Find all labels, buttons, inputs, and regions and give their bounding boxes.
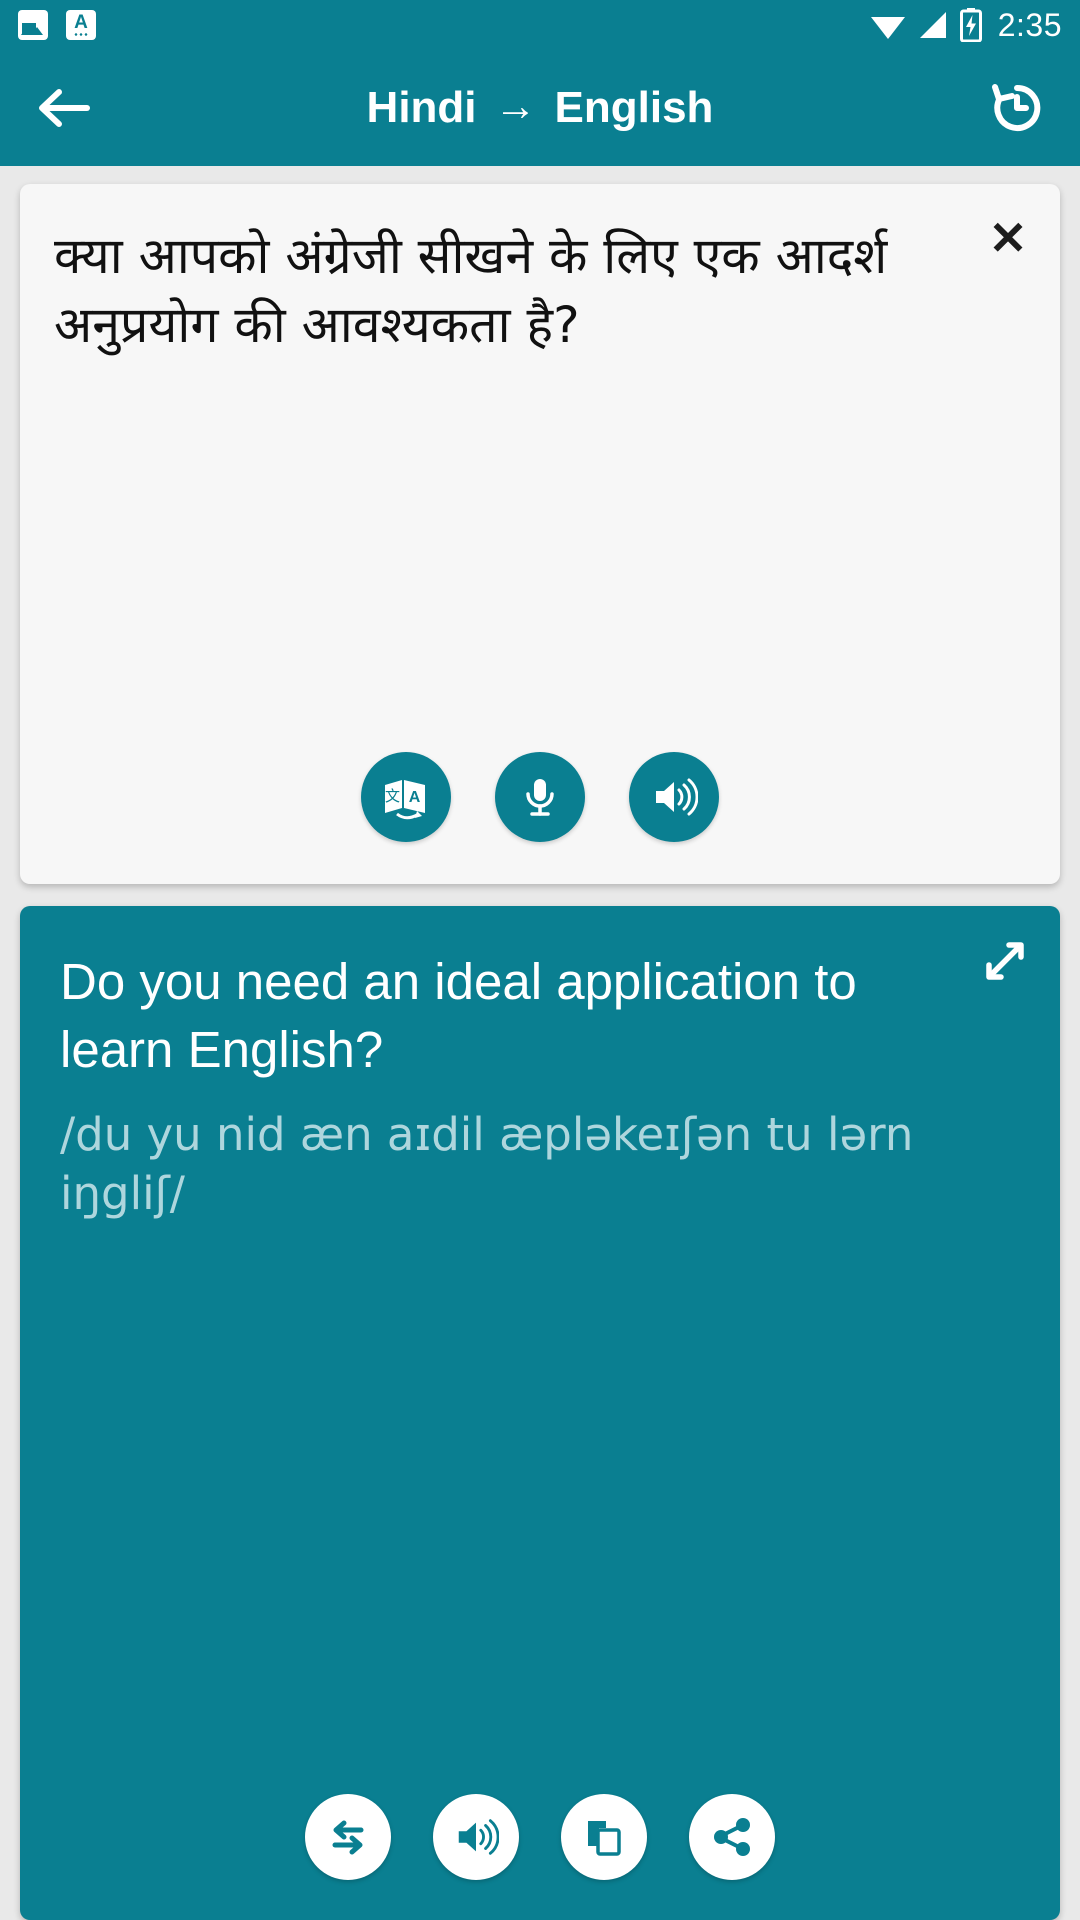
history-icon	[992, 84, 1041, 131]
swap-arrows-icon	[332, 1820, 364, 1855]
source-action-bar: 文 A	[54, 752, 1026, 884]
speak-source-button[interactable]	[629, 752, 719, 842]
status-notifications: A	[18, 10, 96, 40]
app-bar: Hindi → English	[0, 50, 1080, 166]
copy-button[interactable]	[561, 1794, 647, 1880]
source-text[interactable]: क्या आपको अंग्रेजी सीखने के लिए एक आदर्श…	[54, 222, 1026, 360]
translate-notification-icon: A	[66, 10, 96, 40]
status-time: 2:35	[997, 6, 1062, 43]
history-button[interactable]	[980, 71, 1054, 145]
svg-text:A: A	[409, 789, 421, 806]
source-text-card: ✕ क्या आपको अंग्रेजी सीखने के लिए एक आदर…	[20, 184, 1060, 884]
close-icon[interactable]: ✕	[976, 206, 1040, 270]
expand-button[interactable]	[972, 928, 1038, 994]
translate-language-button[interactable]: 文 A	[361, 752, 451, 842]
source-language-label: Hindi	[366, 83, 477, 132]
expand-fullscreen-icon	[986, 942, 1024, 980]
microphone-button[interactable]	[495, 752, 585, 842]
swap-languages-button[interactable]	[305, 1794, 391, 1880]
speaker-icon	[656, 778, 698, 816]
status-indicators: 2:35	[870, 7, 1062, 44]
phonetic-transcription: /du yu nid æn aɪdil æpləkeɪʃən tu lərn i…	[60, 1107, 914, 1221]
speak-translation-button[interactable]	[433, 1794, 519, 1880]
translator-screen: A 2:35 Hindi → English ✕ क्या आपको अंग्र…	[0, 0, 1080, 1920]
svg-text:文: 文	[385, 787, 400, 805]
content-area: ✕ क्या आपको अंग्रेजी सीखने के लिए एक आदर…	[0, 166, 1080, 1920]
share-icon	[714, 1818, 750, 1856]
page-title: Hindi → English	[0, 83, 1080, 133]
translation-text[interactable]: Do you need an ideal application to lear…	[60, 948, 1020, 1085]
target-language-label: English	[554, 83, 714, 132]
result-action-bar	[60, 1794, 1020, 1920]
copy-icon	[588, 1821, 621, 1856]
battery-charging-icon	[959, 8, 982, 42]
translation-result-card: Do you need an ideal application to lear…	[20, 906, 1060, 1920]
signal-icon	[918, 10, 948, 40]
language-direction-arrow-icon: →	[494, 82, 537, 129]
speaker-icon	[458, 1819, 499, 1855]
share-button[interactable]	[689, 1794, 775, 1880]
back-button[interactable]	[26, 71, 100, 145]
back-arrow-icon	[39, 89, 90, 127]
microphone-icon	[526, 779, 554, 816]
status-bar: A 2:35	[0, 0, 1080, 50]
image-notification-icon	[18, 10, 48, 40]
wifi-icon	[870, 10, 906, 40]
translate-icon: 文 A	[385, 780, 425, 820]
